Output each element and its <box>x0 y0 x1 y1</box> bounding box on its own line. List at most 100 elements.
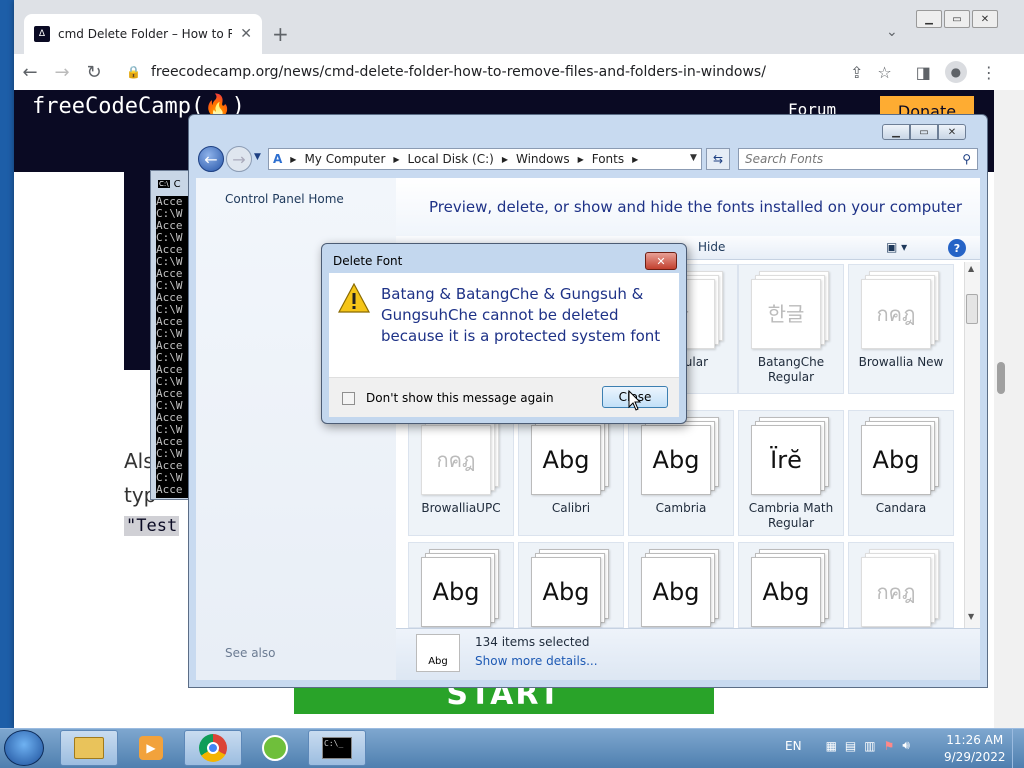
tray-app-icon[interactable]: ▦ <box>826 739 837 753</box>
bookmark-star-icon[interactable]: ☆ <box>877 63 891 82</box>
font-tile[interactable]: Ïrĕ Cambria Math Regular <box>738 410 844 536</box>
scroll-down-icon[interactable]: ▼ <box>968 612 974 621</box>
mouse-cursor-icon <box>628 390 642 411</box>
breadcrumb-local-disk[interactable]: Local Disk (C:) <box>408 152 494 166</box>
font-glyph-preview: กคฎ <box>861 279 931 349</box>
chrome-taskbar-icon[interactable] <box>184 730 242 766</box>
font-tile[interactable]: 한글 BatangChe Regular <box>738 264 844 394</box>
help-icon[interactable]: ? <box>948 239 966 257</box>
start-orb-icon[interactable] <box>4 730 44 766</box>
breadcrumb-sep-icon[interactable]: ▶ <box>290 155 296 164</box>
font-tile[interactable]: Abg <box>628 542 734 628</box>
browser-tab[interactable]: Δ cmd Delete Folder – How to Rem ✕ <box>24 14 262 54</box>
close-window-icon[interactable]: ✕ <box>972 10 998 28</box>
cmd-title: C <box>173 178 181 190</box>
font-tile[interactable]: Abg Candara <box>848 410 954 536</box>
close-tab-icon[interactable]: ✕ <box>240 26 252 42</box>
language-indicator[interactable]: EN <box>785 739 802 753</box>
breadcrumb-sep-icon[interactable]: ▶ <box>632 155 638 164</box>
new-tab-icon[interactable]: + <box>272 22 289 46</box>
control-panel-home-link[interactable]: Control Panel Home <box>225 192 344 206</box>
change-view-icon[interactable]: ▣ ▾ <box>886 240 907 254</box>
volume-icon[interactable]: 🔊︎ <box>902 738 910 753</box>
font-tile-label: BrowalliaUPC <box>421 501 501 515</box>
breadcrumb-sep-icon[interactable]: ▶ <box>393 155 399 164</box>
back-icon[interactable]: ← <box>14 56 46 88</box>
dont-show-label[interactable]: Don't show this message again <box>366 391 554 405</box>
font-file-icon: Abg <box>529 417 613 497</box>
share-icon[interactable]: ⇪ <box>850 63 863 82</box>
breadcrumb-sep-icon[interactable]: ▶ <box>578 155 584 164</box>
dont-show-checkbox[interactable] <box>342 392 355 405</box>
tray-security-icon[interactable]: ▤ <box>845 739 856 753</box>
font-tile-label: Candara <box>875 501 927 515</box>
page-scroll-thumb[interactable] <box>997 362 1005 394</box>
font-glyph-preview: Abg <box>861 425 931 495</box>
breadcrumb-windows[interactable]: Windows <box>516 152 570 166</box>
greenshot-taskbar-icon[interactable] <box>246 730 304 766</box>
font-tile[interactable]: กคฎ Browallia New <box>848 264 954 394</box>
menu-kebab-icon[interactable]: ⋮ <box>981 63 997 82</box>
font-tile-label: Cambria Math Regular <box>748 501 834 530</box>
profile-icon[interactable]: ● <box>944 61 967 83</box>
explorer-close-icon[interactable]: ✕ <box>938 124 966 140</box>
font-glyph-preview: Abg <box>421 557 491 627</box>
search-icon[interactable]: ⚲ <box>962 152 971 166</box>
page-scrollbar[interactable] <box>994 90 1024 728</box>
font-glyph-preview: Abg <box>531 425 601 495</box>
dialog-close-icon[interactable]: ✕ <box>645 252 677 270</box>
font-tile[interactable]: Abg <box>518 542 624 628</box>
url-text: freecodecamp.org/news/cmd-delete-folder-… <box>150 64 766 80</box>
font-tile[interactable]: Abg <box>738 542 844 628</box>
cmd-output: Acce C:\W Acce C:\W Acce C:\W Acce C:\W … <box>156 196 190 498</box>
font-file-icon: Abg <box>639 417 723 497</box>
system-clock[interactable]: 11:26 AM 9/29/2022 <box>944 732 1006 766</box>
lock-icon[interactable]: 🔒 <box>126 65 141 79</box>
font-tile[interactable]: Abg Cambria <box>628 410 734 536</box>
see-also-heading: See also <box>225 646 276 660</box>
explorer-minimize-icon[interactable]: ▁ <box>882 124 910 140</box>
font-glyph-preview: กคฎ <box>421 425 491 495</box>
explorer-address-bar[interactable]: A ▶ My Computer ▶ Local Disk (C:) ▶ Wind… <box>268 148 702 170</box>
address-dropdown-icon[interactable]: ▼ <box>690 153 697 163</box>
back-arrow-icon[interactable]: ← <box>198 146 224 172</box>
selection-count: 134 items selected <box>475 635 590 649</box>
cmd-titlebar[interactable]: C:\ C <box>152 174 192 194</box>
font-tile[interactable]: กคฎ <box>848 542 954 628</box>
breadcrumb-my-computer[interactable]: My Computer <box>304 152 385 166</box>
font-file-icon: Abg <box>749 549 833 627</box>
search-fonts-input[interactable]: Search Fonts ⚲ <box>738 148 978 170</box>
font-file-icon: กคฎ <box>859 271 943 351</box>
network-icon[interactable]: ▥ <box>864 739 875 753</box>
breadcrumb-sep-icon[interactable]: ▶ <box>502 155 508 164</box>
action-center-icon[interactable]: ⚑ <box>884 739 895 753</box>
media-player-taskbar-icon[interactable]: ▶ <box>122 730 180 766</box>
clock-date: 9/29/2022 <box>944 750 1006 764</box>
font-tile[interactable]: กคฎ BrowalliaUPC <box>408 410 514 536</box>
forward-icon[interactable]: → <box>46 56 78 88</box>
reload-icon[interactable]: ↻ <box>78 56 110 88</box>
explorer-taskbar-icon[interactable] <box>60 730 118 766</box>
show-desktop-button[interactable] <box>1012 728 1024 768</box>
hide-button[interactable]: Hide <box>698 240 725 254</box>
explorer-maximize-icon[interactable]: ▭ <box>910 124 938 140</box>
breadcrumb-fonts[interactable]: Fonts <box>592 152 624 166</box>
recent-pages-icon[interactable]: ▼ <box>254 152 261 162</box>
font-glyph-preview: Ïrĕ <box>751 425 821 495</box>
font-tile[interactable]: Abg <box>408 542 514 628</box>
font-tile[interactable]: Abg Calibri <box>518 410 624 536</box>
tab-search-icon[interactable]: ⌄ <box>886 24 898 40</box>
address-bar[interactable]: 🔒 freecodecamp.org/news/cmd-delete-folde… <box>126 58 906 86</box>
content-scroll-thumb[interactable] <box>966 294 978 324</box>
maximize-icon[interactable]: ▭ <box>944 10 970 28</box>
scroll-up-icon[interactable]: ▲ <box>968 264 974 273</box>
show-more-details-link[interactable]: Show more details... <box>475 654 598 668</box>
side-panel-icon[interactable]: ◨ <box>916 63 931 82</box>
minimize-icon[interactable]: ▁ <box>916 10 942 28</box>
cmd-taskbar-icon[interactable]: C:\_ <box>308 730 366 766</box>
toolbar-icons: ⇪ ☆ ◨ ● ⋮ <box>850 58 997 86</box>
refresh-icon[interactable]: ⇆ <box>706 148 730 170</box>
forward-arrow-icon[interactable]: → <box>226 146 252 172</box>
window-controls: ▁ ▭ ✕ <box>916 10 998 28</box>
warning-icon <box>338 283 370 313</box>
